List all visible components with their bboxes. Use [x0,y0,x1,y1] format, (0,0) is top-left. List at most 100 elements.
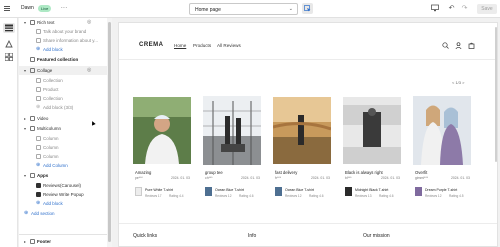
nav-products[interactable]: Products [193,43,211,48]
text-block-icon [36,29,41,34]
caret-down-icon[interactable]: ▾ [24,124,26,133]
product-thumbnail[interactable] [345,187,352,196]
caret-right-icon[interactable]: ▸ [24,114,26,123]
section-icon [30,20,35,25]
desktop-view-icon[interactable] [430,4,439,13]
add-block-button[interactable]: ⊕ Add block [19,199,107,208]
review-date: 2024. 01. 03 [451,176,470,180]
block-item[interactable]: Reviews(Carousel) [19,181,107,190]
review-author: ch*** [205,176,213,180]
product-reviews-count: Reviews 13 [355,194,372,198]
column-icon [36,145,41,150]
product-name[interactable]: Midnight Black T-shirt [355,188,388,192]
save-button[interactable]: Save [477,4,497,14]
text-block-icon [36,38,41,43]
caret-down-icon[interactable]: ▾ [24,171,26,180]
redo-icon[interactable]: ↷ [460,4,469,13]
section-icon [30,126,35,131]
product-name[interactable]: Dream Purple T-shirt [425,188,457,192]
review-date: 2024. 01. 03 [381,176,400,180]
plus-icon: ⊕ [36,200,41,206]
footer-divider [119,223,497,224]
review-image[interactable] [203,96,261,165]
more-actions-button[interactable]: ... [61,4,68,10]
page-selector[interactable]: Home page ⌄ [189,3,298,15]
header-divider [119,59,497,60]
block-item[interactable]: Column [19,152,107,161]
theme-settings-icon[interactable] [3,39,15,49]
review-author: pe*** [135,176,143,180]
block-item[interactable]: Share information about y... [19,36,107,45]
review-author: fr*** [275,176,282,180]
section-footer[interactable]: ▸ Footer [19,237,107,246]
section-apps[interactable]: ▾ Apps [19,171,107,180]
nav-all-reviews[interactable]: All Reviews [217,43,241,48]
block-item[interactable]: Column [19,143,107,152]
review-image[interactable] [413,96,471,165]
product-name[interactable]: Ocean Blue T-shirt [285,188,314,192]
footer-heading: Info [248,233,257,239]
product-rating: Rating 4.4 [169,194,184,198]
product-thumbnail[interactable] [205,187,212,196]
review-title[interactable]: Amazing [135,170,151,175]
review-image[interactable] [273,97,331,164]
review-author: bl*** [345,176,352,180]
chevron-down-icon: ⌄ [288,6,293,12]
add-column-button[interactable]: ⊕ Add Column [19,161,107,170]
review-title[interactable]: Black is always right [345,170,383,175]
review-title[interactable]: group tee [205,170,223,175]
app-embeds-icon[interactable] [3,52,15,62]
eye-icon[interactable]: ◎ [87,18,91,27]
product-thumbnail[interactable] [275,187,282,196]
product-name[interactable]: Pure White T-shirt [145,188,173,192]
review-title[interactable]: fast delivery [275,170,297,175]
block-item[interactable]: Column [19,134,107,143]
exit-icon[interactable] [4,5,12,13]
product-reviews-count: Reviews 12 [285,194,302,198]
app-block-icon [36,192,41,197]
add-section-button[interactable]: ⊕ Add section [19,209,107,218]
preview-scrollbar-thumb[interactable] [495,27,497,162]
cart-icon[interactable] [468,42,475,49]
block-item[interactable]: Review Write Popup [19,190,107,199]
eye-icon[interactable]: ◎ [87,66,91,75]
block-item[interactable]: Collection [19,94,107,103]
review-title[interactable]: Overfit [415,170,427,175]
search-icon[interactable] [442,42,449,49]
caret-right-icon[interactable]: ▸ [24,237,26,246]
editor-rail [0,18,18,247]
product-thumbnail[interactable] [415,187,422,196]
block-item[interactable]: Collection [19,76,107,85]
sections-panel: ▾ Rich text ◎ Talk about your brand Shar… [19,18,112,247]
section-featured-collection[interactable]: Featured collection [19,55,107,64]
account-icon[interactable] [455,42,462,50]
product-rating: Rating 4.6 [239,194,254,198]
divider [19,234,107,235]
store-logo[interactable]: CREMA [139,42,164,48]
sections-icon[interactable] [3,23,15,33]
section-collage[interactable]: ▾ Collage ◎ [19,66,107,75]
column-icon [36,154,41,159]
block-item[interactable]: Talk about your brand [19,27,107,36]
caret-down-icon[interactable]: ▾ [24,66,26,75]
block-icon [36,96,41,101]
footer-heading: Our mission [363,233,390,239]
section-rich-text[interactable]: ▾ Rich text ◎ [19,18,107,27]
review-image[interactable] [133,97,191,164]
product-thumbnail[interactable] [135,187,142,196]
product-rating: Rating 4.6 [309,194,324,198]
block-item[interactable]: Product [19,85,107,94]
review-image[interactable] [343,97,401,164]
page-selector-value: Home page [195,7,221,13]
undo-icon[interactable]: ↶ [447,4,456,13]
nav-home[interactable]: Home [174,43,186,48]
section-multicolumn[interactable]: ▾ Multicolumn [19,124,107,133]
editor-topbar: Dawn Live ... Home page ⌄ ↶ ↷ Save [0,0,500,18]
sidebar-scrollbar-thumb[interactable] [108,22,111,242]
video-icon [30,116,35,121]
inspector-icon[interactable] [302,3,313,14]
caret-down-icon[interactable]: ▾ [24,18,26,27]
product-name[interactable]: Ocean Blue T-shirt [215,188,244,192]
slider-counter[interactable]: < 1/3 > [452,80,464,85]
add-block-button[interactable]: ⊕ Add block [19,45,107,54]
